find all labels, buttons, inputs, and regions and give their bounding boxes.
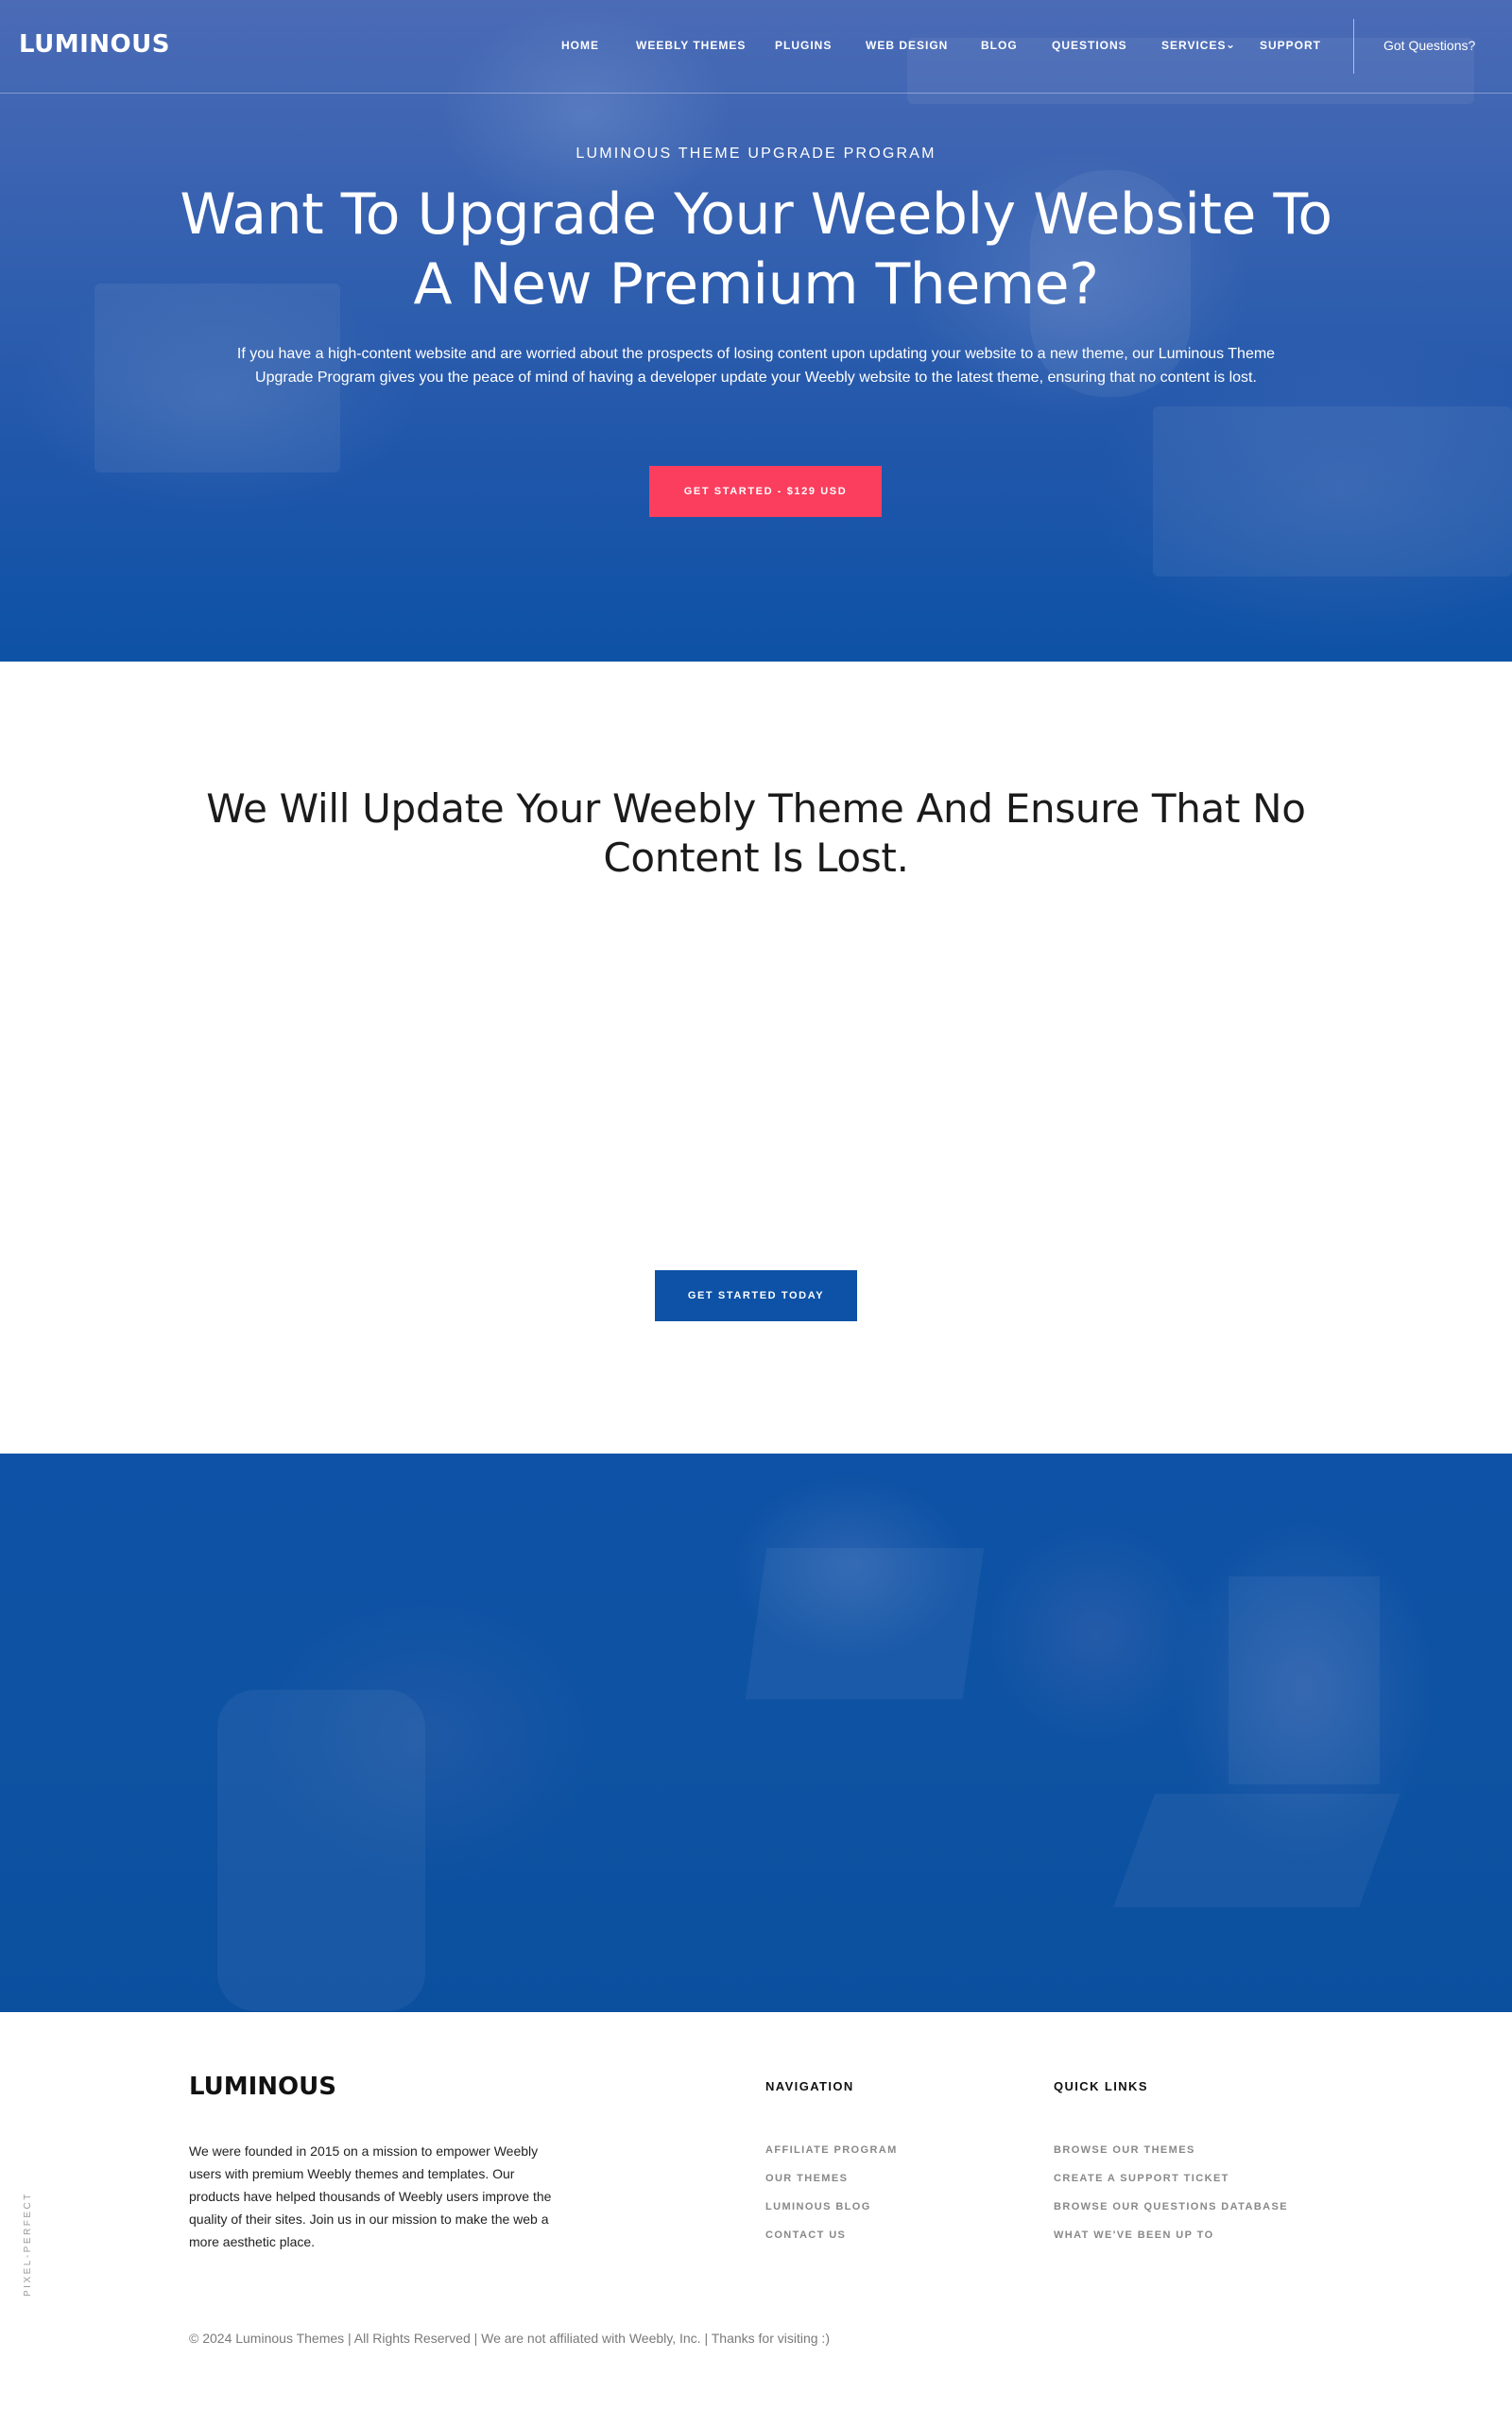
laptop-silhouette	[745, 1548, 985, 1699]
footer-link-luminous-blog[interactable]: LUMINOUS BLOG	[765, 2201, 871, 2212]
list-item: CONTACT US	[765, 2226, 898, 2254]
laptop-silhouette	[1228, 1576, 1380, 1784]
hero-eyebrow: LUMINOUS THEME UPGRADE PROGRAM	[576, 146, 936, 162]
side-tag-pixel-perfect: PIXEL-PERFECT	[23, 2192, 33, 2297]
footer-quick-links-heading: QUICK LINKS	[1054, 2079, 1148, 2093]
footer-link-been-up-to[interactable]: WHAT WE'VE BEEN UP TO	[1054, 2229, 1214, 2241]
footer-link-contact-us[interactable]: CONTACT US	[765, 2229, 846, 2241]
nav-item-plugins[interactable]: PLUGINS	[775, 39, 832, 52]
footer-navigation-heading: NAVIGATION	[765, 2079, 854, 2093]
chair-silhouette	[217, 1690, 425, 2011]
list-item: CREATE A SUPPORT TICKET	[1054, 2169, 1288, 2197]
hero-section: LUMINOUS HOME WEEBLY THEMES PLUGINS WEB …	[0, 0, 1512, 662]
nav-item-web-design[interactable]: WEB DESIGN	[866, 39, 948, 52]
nav-item-weebly-themes[interactable]: WEEBLY THEMES	[636, 39, 746, 52]
footer-about-text: We were founded in 2015 on a mission to …	[189, 2143, 552, 2249]
footer-link-support-ticket[interactable]: CREATE A SUPPORT TICKET	[1054, 2173, 1229, 2184]
list-item: BROWSE OUR QUESTIONS DATABASE	[1054, 2197, 1288, 2226]
main-nav: HOME WEEBLY THEMES PLUGINS WEB DESIGN BL…	[0, 38, 1512, 54]
got-questions-link[interactable]: Got Questions?	[1383, 38, 1475, 53]
footer-link-browse-themes[interactable]: BROWSE OUR THEMES	[1054, 2144, 1195, 2156]
keyboard-silhouette	[1113, 1794, 1400, 1907]
section-title: We Will Update Your Weebly Theme And Ens…	[206, 785, 1306, 881]
list-item: BROWSE OUR THEMES	[1054, 2141, 1288, 2169]
footer-logo[interactable]: LUMINOUS	[189, 2073, 336, 2101]
get-started-price-button[interactable]: GET STARTED - $129 USD	[649, 466, 882, 517]
list-item: AFFILIATE PROGRAM	[765, 2141, 898, 2169]
photo-banner	[0, 1454, 1512, 2012]
hero-title: Want To Upgrade Your Weebly Website To A…	[180, 181, 1332, 318]
top-navigation-bar: LUMINOUS HOME WEEBLY THEMES PLUGINS WEB …	[0, 0, 1512, 94]
copyright-text: © 2024 Luminous Themes | All Rights Rese…	[189, 2331, 830, 2346]
footer-navigation-list: AFFILIATE PROGRAM OUR THEMES LUMINOUS BL…	[765, 2141, 898, 2254]
list-item: OUR THEMES	[765, 2169, 898, 2197]
hero-description: If you have a high-content website and a…	[236, 346, 1276, 386]
footer-link-affiliate-program[interactable]: AFFILIATE PROGRAM	[765, 2144, 898, 2156]
footer-link-our-themes[interactable]: OUR THEMES	[765, 2173, 848, 2184]
nav-item-blog[interactable]: BLOG	[981, 39, 1018, 52]
footer-link-questions-database[interactable]: BROWSE OUR QUESTIONS DATABASE	[1054, 2201, 1288, 2212]
list-item: LUMINOUS BLOG	[765, 2197, 898, 2226]
list-item: WHAT WE'VE BEEN UP TO	[1054, 2226, 1288, 2254]
footer-quick-links-list: BROWSE OUR THEMES CREATE A SUPPORT TICKE…	[1054, 2141, 1288, 2254]
nav-item-home[interactable]: HOME	[561, 39, 599, 52]
nav-item-questions[interactable]: QUESTIONS	[1052, 39, 1127, 52]
nav-item-support[interactable]: SUPPORT	[1260, 39, 1321, 52]
chevron-down-icon[interactable]: ⌄	[1226, 38, 1235, 51]
background-photo-detail	[1153, 406, 1512, 577]
get-started-today-button[interactable]: GET STARTED TODAY	[655, 1270, 857, 1321]
nav-item-services[interactable]: SERVICES	[1161, 39, 1226, 52]
nav-divider	[1353, 19, 1354, 74]
